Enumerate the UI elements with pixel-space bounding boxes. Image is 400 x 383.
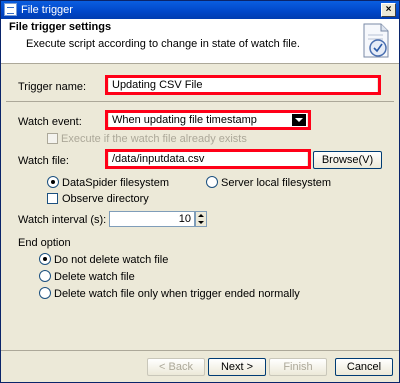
execute-if-exists-checkbox[interactable] xyxy=(47,133,58,144)
header-description: Execute script according to change in st… xyxy=(26,38,300,50)
execute-if-exists-label: Execute if the watch file already exists xyxy=(61,133,247,145)
divider xyxy=(6,101,394,102)
radio-delete-when-normal[interactable] xyxy=(39,287,51,299)
browse-button[interactable]: Browse(V) xyxy=(313,151,382,169)
server-local-filesystem-label: Server local filesystem xyxy=(221,177,332,189)
watch-event-selected-value: When updating file timestamp xyxy=(112,114,257,126)
trigger-name-label: Trigger name: xyxy=(18,81,87,93)
watch-interval-input[interactable]: 10 xyxy=(109,211,195,227)
chevron-down-icon[interactable] xyxy=(292,114,306,126)
next-button[interactable]: Next > xyxy=(208,358,266,376)
title-bar[interactable]: File trigger × xyxy=(1,1,399,19)
trigger-name-input[interactable]: Updating CSV File xyxy=(109,78,377,92)
close-icon[interactable]: × xyxy=(381,3,396,17)
file-trigger-icon xyxy=(363,23,389,58)
app-icon xyxy=(4,3,17,16)
dataspider-filesystem-label: DataSpider filesystem xyxy=(62,177,169,189)
delete-when-normal-label: Delete watch file only when trigger ende… xyxy=(54,288,300,300)
header-title: File trigger settings xyxy=(9,21,112,33)
watch-event-label: Watch event: xyxy=(18,116,82,128)
watch-file-label: Watch file: xyxy=(18,155,69,167)
end-option-label: End option xyxy=(18,237,71,249)
do-not-delete-label: Do not delete watch file xyxy=(54,254,169,266)
watch-file-input[interactable]: /data/inputdata.csv xyxy=(109,152,307,166)
observe-directory-label: Observe directory xyxy=(62,193,149,205)
delete-watch-file-label: Delete watch file xyxy=(54,271,135,283)
window-title: File trigger xyxy=(21,4,73,16)
spin-up-icon[interactable] xyxy=(198,214,204,217)
radio-dataspider-filesystem[interactable] xyxy=(47,176,59,188)
cancel-button[interactable]: Cancel xyxy=(335,358,393,376)
dialog-header: File trigger settings Execute script acc… xyxy=(1,19,399,64)
dialog-window: File trigger × File trigger settings Exe… xyxy=(0,0,400,383)
watch-event-select[interactable]: When updating file timestamp xyxy=(109,113,307,127)
radio-do-not-delete[interactable] xyxy=(39,253,51,265)
watch-interval-spinner[interactable] xyxy=(195,211,207,227)
watch-event-label-text: Watch event: xyxy=(18,116,82,128)
spin-down-icon[interactable] xyxy=(198,221,204,224)
finish-button[interactable]: Finish xyxy=(269,358,327,376)
radio-delete-watch-file[interactable] xyxy=(39,270,51,282)
watch-interval-label: Watch interval (s): xyxy=(18,214,107,226)
footer-divider xyxy=(1,350,399,351)
observe-directory-checkbox[interactable] xyxy=(47,193,58,204)
radio-server-local-filesystem[interactable] xyxy=(206,176,218,188)
back-button[interactable]: < Back xyxy=(147,358,205,376)
